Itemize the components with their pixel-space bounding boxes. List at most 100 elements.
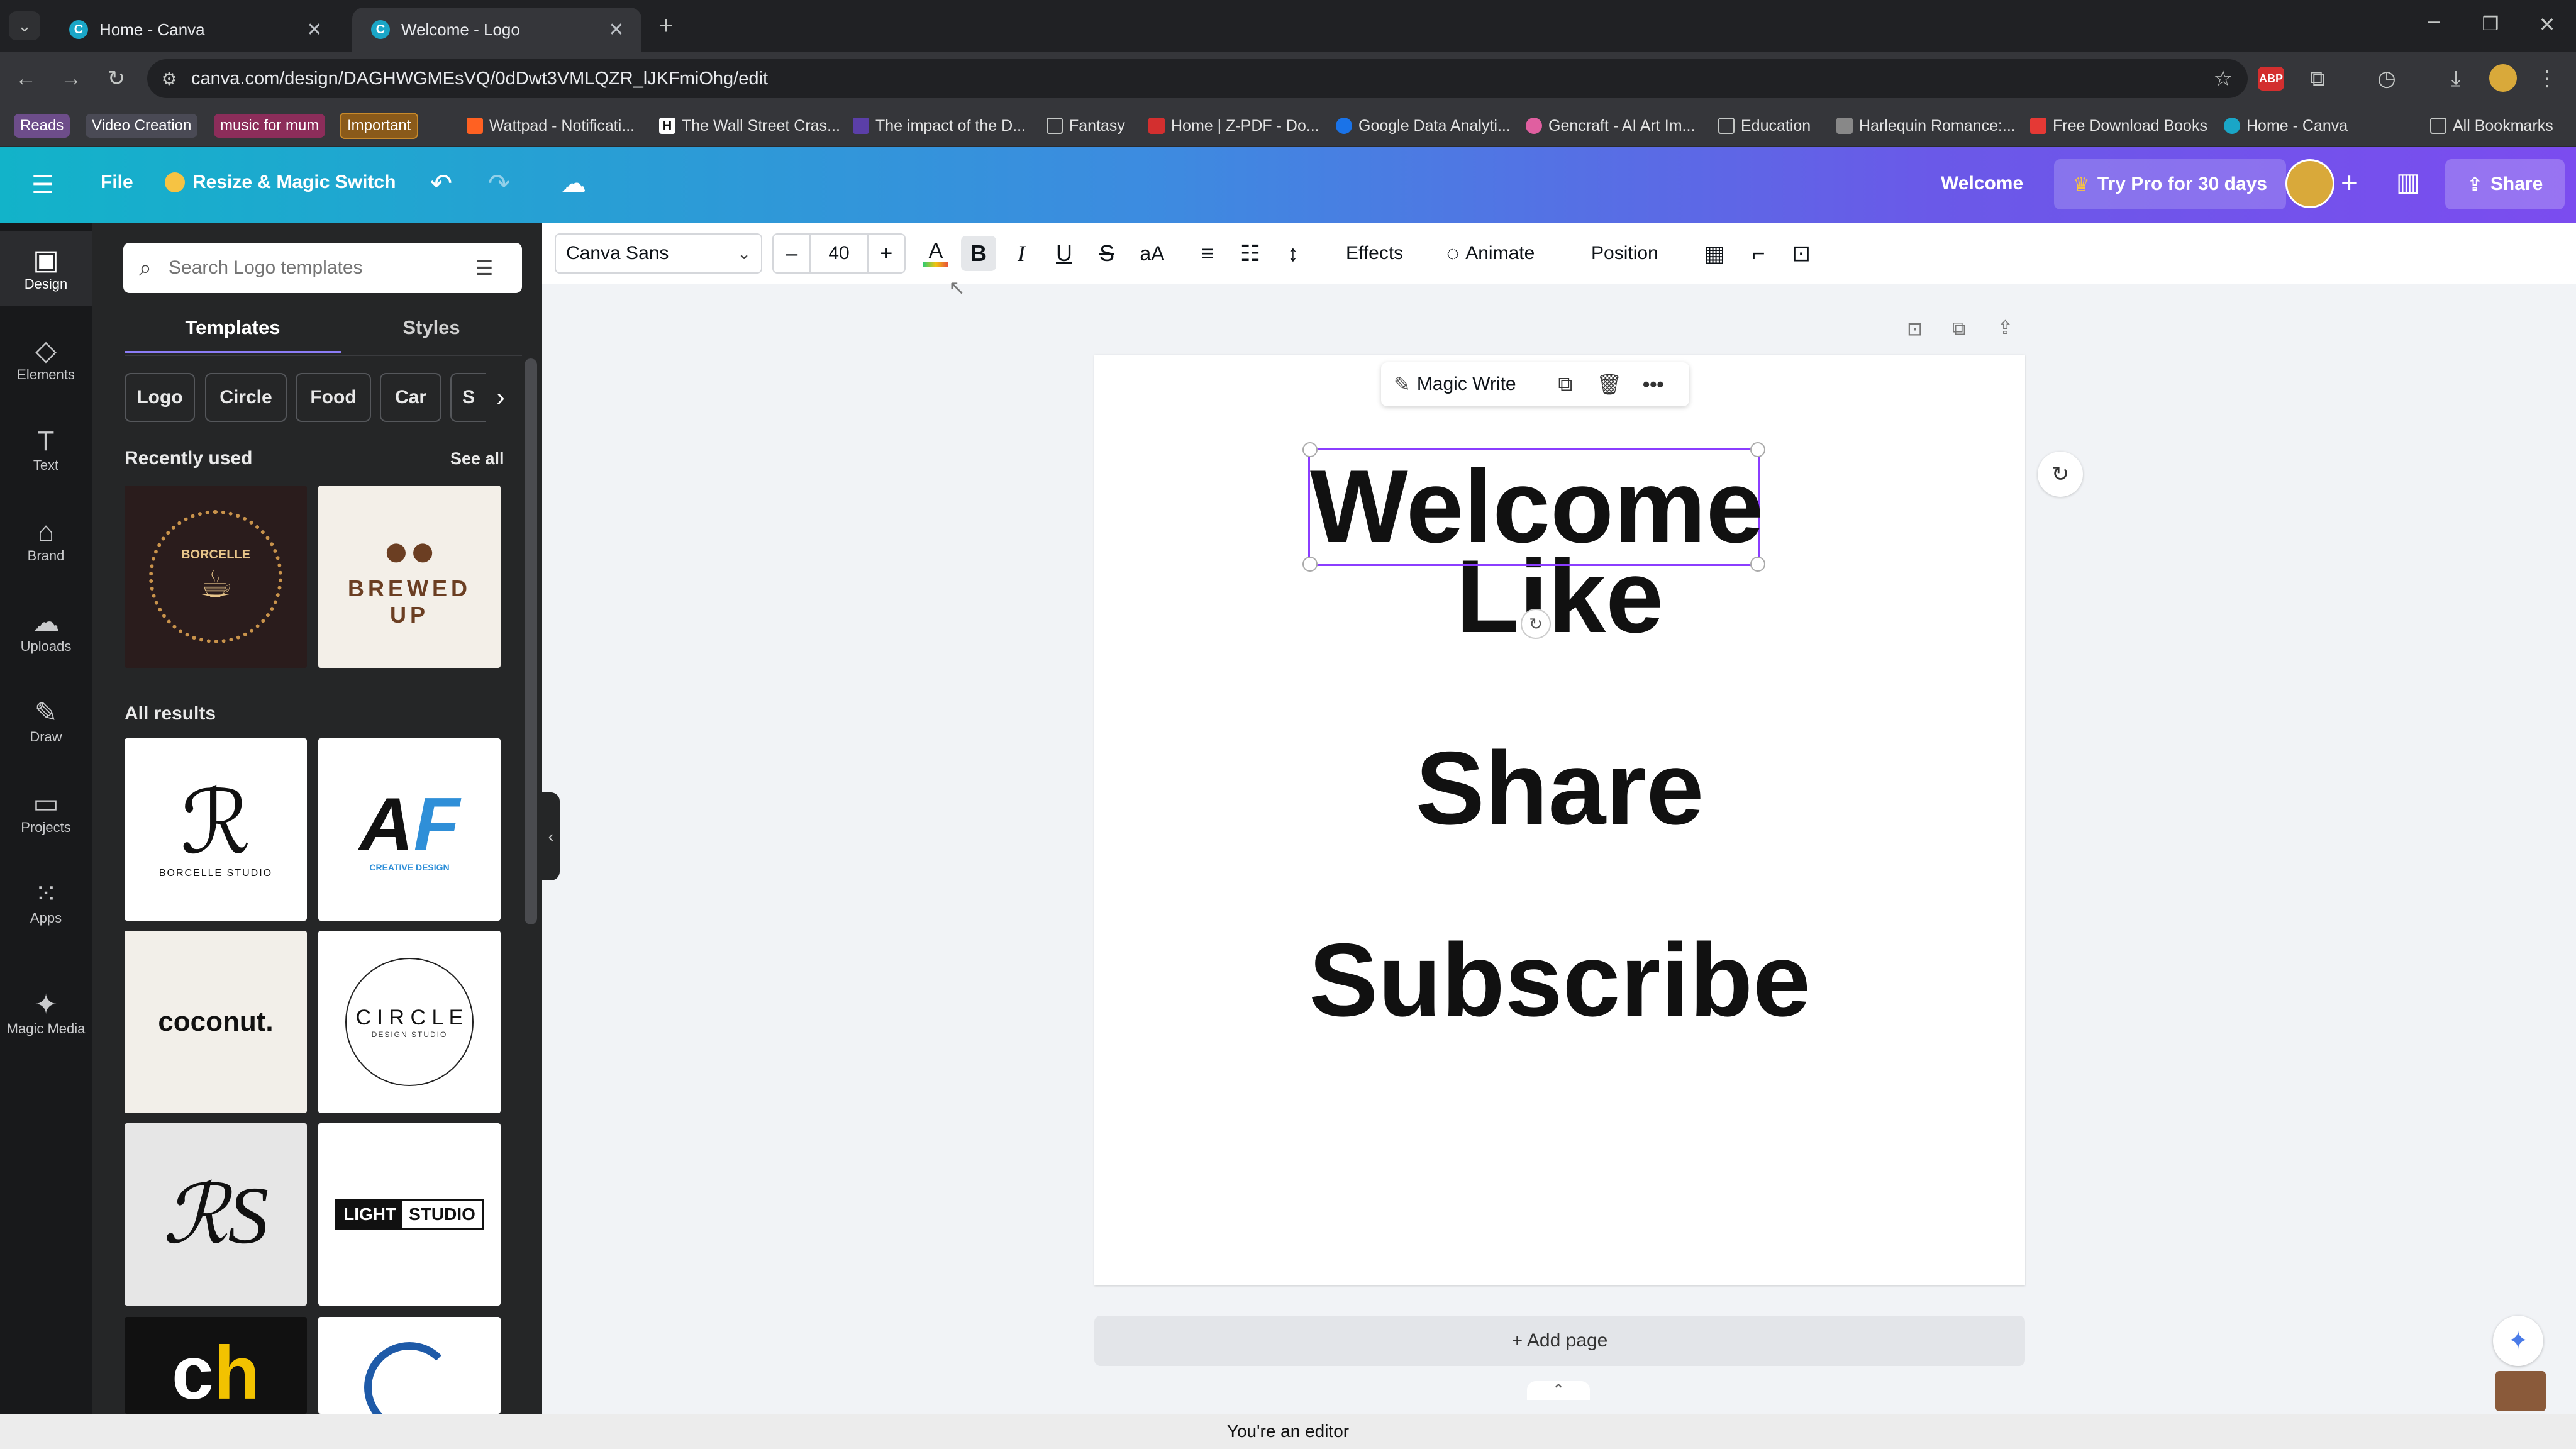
rotate-handle-icon[interactable]: ↻	[1521, 609, 1551, 639]
tab-search-icon[interactable]: ⌄	[9, 11, 40, 40]
template-thumb-brewed-up[interactable]: ●● BREWED UP	[318, 486, 501, 668]
text-share[interactable]: Share	[1094, 729, 2025, 848]
document-title[interactable]: Welcome	[1941, 173, 2023, 194]
bookmark-impact[interactable]: The impact of the D...	[853, 113, 1026, 138]
browser-menu-icon[interactable]: ⋮	[2534, 63, 2560, 94]
main-menu-icon[interactable]: ☰	[31, 170, 54, 199]
reload-icon[interactable]: ↻	[101, 63, 132, 94]
insights-icon[interactable]: ▥	[2396, 168, 2420, 197]
duplicate-page-icon[interactable]: ⧉	[1952, 318, 1965, 340]
rail-draw[interactable]: ✎ Draw	[0, 684, 92, 759]
rail-brand[interactable]: ⌂ Brand	[0, 502, 92, 578]
pills-next-icon[interactable]: ›	[488, 380, 513, 415]
restore-icon[interactable]: ❐	[2472, 9, 2509, 40]
bookmark-reads[interactable]: Reads	[14, 113, 70, 138]
copy-style-icon[interactable]: ⌐	[1741, 236, 1776, 271]
see-all-link[interactable]: See all	[450, 449, 504, 469]
tab-styles[interactable]: Styles	[341, 313, 522, 353]
add-page-icon[interactable]: ⇪	[1997, 317, 2013, 339]
bookmark-wattpad[interactable]: Wattpad - Notificati...	[467, 113, 635, 138]
address-bar[interactable]: ⚙ canva.com/design/DAGHWGMEsVQ/0dDwt3VML…	[147, 59, 2248, 98]
align-center-icon[interactable]: ≡	[1190, 236, 1225, 271]
filter-icon[interactable]: ☰	[459, 256, 509, 280]
minimize-icon[interactable]: –	[2415, 9, 2453, 40]
template-thumb-borcelle-studio[interactable]: ℛ BORCELLE STUDIO	[125, 738, 307, 921]
bookmark-zpdf[interactable]: Home | Z-PDF - Do...	[1148, 113, 1319, 138]
rail-design[interactable]: ▣ Design	[0, 231, 92, 306]
bookmark-home-canva[interactable]: Home - Canva	[2224, 113, 2348, 138]
underline-icon[interactable]: U	[1046, 236, 1082, 271]
expand-pages-icon[interactable]: ⌃	[1527, 1381, 1590, 1400]
bookmark-gencraft[interactable]: Gencraft - AI Art Im...	[1526, 113, 1695, 138]
bookmark-google-data[interactable]: Google Data Analyti...	[1336, 113, 1511, 138]
all-bookmarks[interactable]: All Bookmarks	[2430, 113, 2553, 138]
close-tab-icon[interactable]: ✕	[604, 19, 629, 41]
effects-button[interactable]: Effects	[1346, 236, 1403, 271]
bookmark-wall-street[interactable]: H The Wall Street Cras...	[659, 113, 840, 138]
template-thumb-creative-design[interactable]: AF CREATIVE DESIGN	[318, 738, 501, 921]
font-family-dropdown[interactable]: Canva Sans ⌄	[555, 233, 762, 274]
template-thumb-coconut[interactable]: coconut.	[125, 931, 307, 1113]
bookmark-harlequin[interactable]: Harlequin Romance:...	[1836, 113, 2016, 138]
decrease-size-button[interactable]: –	[774, 242, 809, 266]
rail-elements[interactable]: ◇ Elements	[0, 321, 92, 397]
add-collaborator-icon[interactable]: +	[2341, 165, 2358, 199]
rail-projects[interactable]: ▭ Projects	[0, 774, 92, 850]
spacing-icon[interactable]: ↕	[1275, 236, 1311, 271]
close-tab-icon[interactable]: ✕	[302, 19, 327, 41]
strikethrough-icon[interactable]: S	[1089, 236, 1124, 271]
forward-icon[interactable]: →	[55, 63, 87, 94]
italic-icon[interactable]: I	[1004, 236, 1039, 271]
search-input[interactable]	[167, 257, 459, 279]
position-button[interactable]: Position	[1591, 236, 1658, 271]
resize-handle[interactable]	[1302, 557, 1318, 572]
increase-size-button[interactable]: +	[869, 242, 904, 266]
adblock-icon[interactable]: ABP	[2258, 67, 2284, 91]
tab-home-canva[interactable]: C Home - Canva ✕	[50, 8, 340, 52]
bookmark-video-creation[interactable]: Video Creation	[86, 113, 198, 138]
filter-pill-car[interactable]: Car	[380, 373, 441, 422]
template-thumb-borcelle[interactable]: BORCELLE ☕	[125, 486, 307, 668]
font-size-value[interactable]: 40	[809, 235, 869, 272]
rail-uploads[interactable]: ☁ Uploads	[0, 593, 92, 669]
template-thumb-light-studio[interactable]: LIGHT STUDIO	[318, 1123, 501, 1306]
search-logo-templates[interactable]: ⌕ ☰	[123, 243, 522, 293]
letter-case-icon[interactable]: aA	[1132, 236, 1172, 271]
template-thumb-circle[interactable]: C I R C L E DESIGN STUDIO	[318, 931, 501, 1113]
refresh-design-icon[interactable]: ↻	[2038, 452, 2083, 497]
extensions-icon[interactable]: ⧉	[2302, 63, 2333, 94]
template-thumb-rs[interactable]: ℛS	[125, 1123, 307, 1306]
duplicate-icon[interactable]: ⧉	[1543, 372, 1587, 396]
close-window-icon[interactable]: ✕	[2528, 9, 2566, 40]
new-tab-icon[interactable]: +	[652, 11, 680, 40]
more-options-icon[interactable]: •••	[1631, 373, 1675, 396]
trash-icon[interactable]: 🗑	[1587, 372, 1631, 396]
undo-icon[interactable]: ↶	[430, 168, 452, 199]
text-color-icon[interactable]: A	[918, 236, 953, 271]
lock-page-icon[interactable]: ⊡	[1907, 318, 1923, 340]
lock-icon[interactable]: ⊡	[1784, 236, 1819, 271]
rail-apps[interactable]: ⁙ Apps	[0, 865, 92, 940]
share-button[interactable]: ⇪ Share	[2445, 159, 2565, 209]
bookmark-free-books[interactable]: Free Download Books	[2030, 113, 2207, 138]
bookmark-music-for-mum[interactable]: music for mum	[214, 113, 326, 138]
bookmark-folder-fantasy[interactable]: Fantasy	[1046, 113, 1125, 138]
resize-handle[interactable]	[1302, 442, 1318, 457]
resize-handle[interactable]	[1750, 557, 1765, 572]
list-icon[interactable]: ☷	[1233, 236, 1268, 271]
template-thumb-wave[interactable]	[318, 1317, 501, 1414]
filter-pill-food[interactable]: Food	[296, 373, 371, 422]
redo-icon[interactable]: ↷	[488, 168, 510, 199]
resize-handle[interactable]	[1750, 442, 1765, 457]
rail-magic-media[interactable]: ✦ Magic Media	[0, 975, 92, 1051]
bold-icon[interactable]: B	[961, 236, 996, 271]
user-avatar[interactable]	[2285, 159, 2334, 208]
resize-magic-switch-button[interactable]: Resize & Magic Switch	[165, 172, 396, 193]
text-welcome[interactable]: Welcome	[1310, 443, 1763, 569]
magic-write-button[interactable]: Magic Write	[1417, 374, 1543, 395]
try-pro-button[interactable]: ♛ Try Pro for 30 days	[2054, 159, 2287, 209]
transparency-icon[interactable]: ▦	[1697, 236, 1732, 271]
filter-pill-circle[interactable]: Circle	[205, 373, 287, 422]
cloud-saved-icon[interactable]: ☁	[561, 169, 586, 198]
font-size-stepper[interactable]: – 40 +	[772, 233, 906, 274]
